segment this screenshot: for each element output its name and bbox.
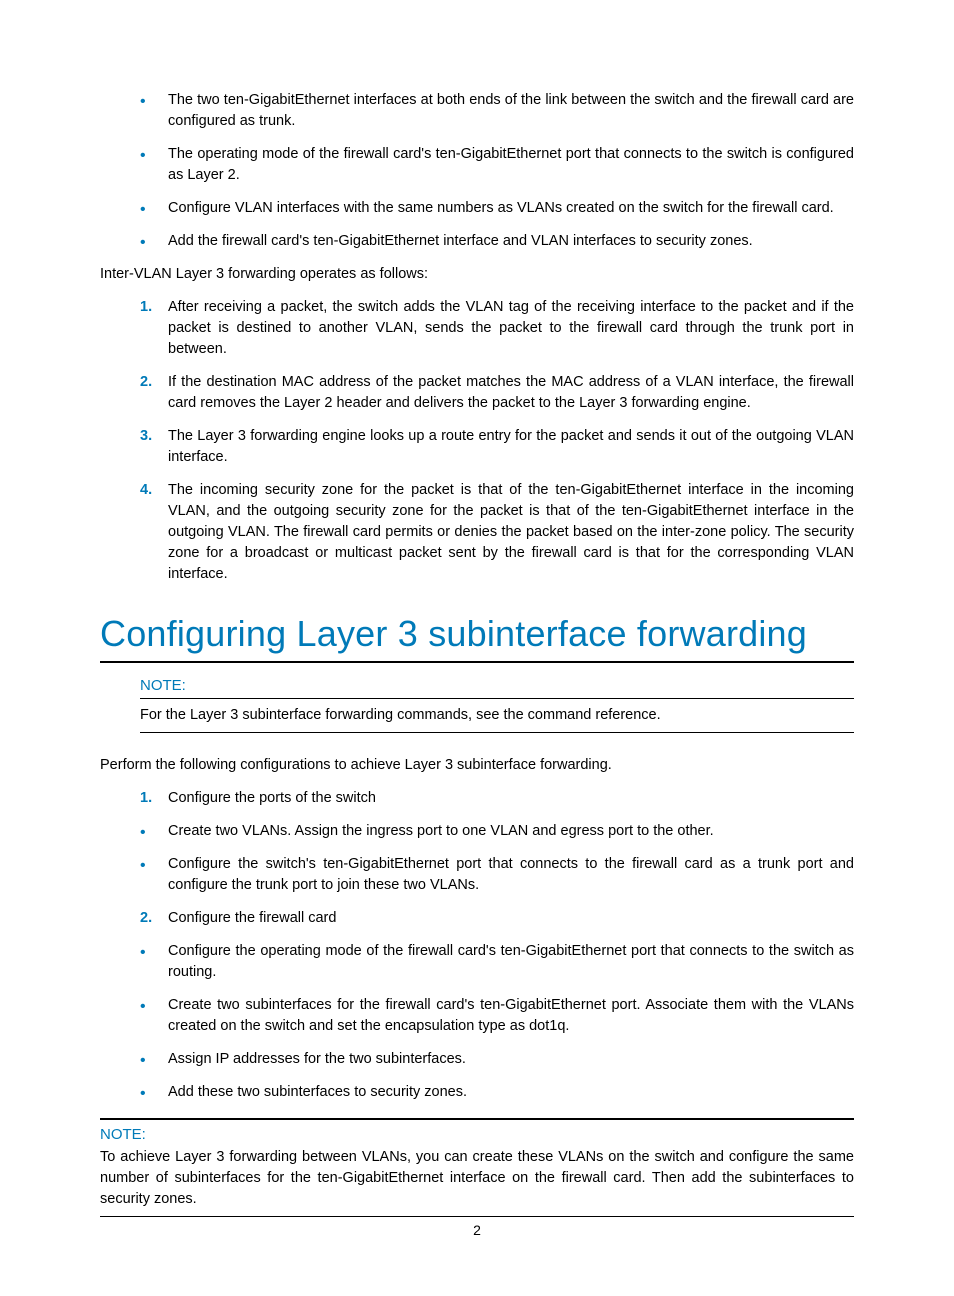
list-item: Create two subinterfaces for the firewal…: [140, 995, 854, 1037]
list-item: Add the firewall card's ten-GigabitEther…: [140, 231, 854, 252]
note-box-1: NOTE: For the Layer 3 subinterface forwa…: [140, 677, 854, 733]
list-item: 4. The incoming security zone for the pac…: [140, 480, 854, 585]
list-item: The operating mode of the firewall card'…: [140, 144, 854, 186]
list-item: Configure the operating mode of the fire…: [140, 941, 854, 983]
step-text: If the destination MAC address of the pa…: [168, 374, 854, 411]
note-box-2: NOTE: To achieve Layer 3 forwarding betw…: [100, 1118, 854, 1217]
step-number: 2.: [140, 908, 152, 929]
inter-vlan-steps: 1. After receiving a packet, the switch a…: [140, 297, 854, 585]
note-divider: [100, 1216, 854, 1217]
step-number: 1.: [140, 297, 152, 318]
note-text: To achieve Layer 3 forwarding between VL…: [100, 1147, 854, 1210]
note-top-rule: [100, 1118, 854, 1120]
step-text: Configure the firewall card: [168, 910, 336, 926]
note-label: NOTE:: [140, 677, 854, 694]
step-number: 3.: [140, 426, 152, 447]
inter-vlan-intro: Inter-VLAN Layer 3 forwarding operates a…: [100, 264, 854, 285]
page-content: The two ten-GigabitEthernet interfaces a…: [100, 90, 854, 1217]
list-item: 2. If the destination MAC address of the …: [140, 372, 854, 414]
config-step-1: 1. Configure the ports of the switch: [140, 788, 854, 809]
config-step-2: 2. Configure the firewall card: [140, 908, 854, 929]
step-text: Configure the ports of the switch: [168, 790, 376, 806]
list-item: 3. The Layer 3 forwarding engine looks up…: [140, 426, 854, 468]
step-number: 4.: [140, 480, 152, 501]
perform-intro: Perform the following configurations to …: [100, 755, 854, 776]
list-item: 1. Configure the ports of the switch: [140, 788, 854, 809]
step-number: 1.: [140, 788, 152, 809]
step-text: The incoming security zone for the packe…: [168, 482, 854, 582]
page-number: 2: [0, 1222, 954, 1238]
step-text: The Layer 3 forwarding engine looks up a…: [168, 428, 854, 465]
list-item: 2. Configure the firewall card: [140, 908, 854, 929]
note-text: For the Layer 3 subinterface forwarding …: [140, 705, 854, 726]
step-text: After receiving a packet, the switch add…: [168, 299, 854, 357]
list-item: Configure the switch's ten-GigabitEthern…: [140, 854, 854, 896]
note-label: NOTE:: [100, 1126, 854, 1143]
list-item: Add these two subinterfaces to security …: [140, 1082, 854, 1103]
list-item: 1. After receiving a packet, the switch a…: [140, 297, 854, 360]
list-item: Assign IP addresses for the two subinter…: [140, 1049, 854, 1070]
note-divider: [140, 732, 854, 733]
step2-bullets: Configure the operating mode of the fire…: [140, 941, 854, 1103]
heading-rule: [100, 661, 854, 663]
section-heading: Configuring Layer 3 subinterface forward…: [100, 613, 854, 655]
list-item: Create two VLANs. Assign the ingress por…: [140, 821, 854, 842]
top-bullet-list: The two ten-GigabitEthernet interfaces a…: [140, 90, 854, 252]
list-item: Configure VLAN interfaces with the same …: [140, 198, 854, 219]
step1-bullets: Create two VLANs. Assign the ingress por…: [140, 821, 854, 896]
step-number: 2.: [140, 372, 152, 393]
note-divider: [140, 698, 854, 699]
list-item: The two ten-GigabitEthernet interfaces a…: [140, 90, 854, 132]
